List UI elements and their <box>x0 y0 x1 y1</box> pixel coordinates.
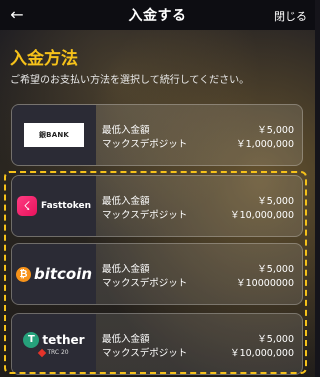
fasttoken-logo: ☇ Fasttoken <box>16 196 92 216</box>
max-deposit-value: ￥10,000,000 <box>230 210 294 221</box>
payment-method-tether[interactable]: T tether TRC 20 最低入金額 マックスデポジット ￥5,000 ￥… <box>11 313 303 375</box>
min-deposit-value: ￥5,000 <box>257 334 294 345</box>
bitcoin-logo-text: bitcoin <box>33 265 93 283</box>
max-deposit-value: ￥10,000,000 <box>230 348 294 359</box>
tether-logo: T tether TRC 20 <box>23 332 85 357</box>
max-deposit-label: マックスデポジット <box>102 210 188 221</box>
max-deposit-label: マックスデポジット <box>102 348 188 359</box>
bank-logo-box: 銀BANK <box>12 105 96 165</box>
payment-method-bank[interactable]: 銀BANK 最低入金額 マックスデポジット ￥5,000 ￥1,000,000 <box>11 104 303 166</box>
tether-icon: T <box>23 332 40 348</box>
min-deposit-label: 最低入金額 <box>102 125 150 136</box>
method-info: 最低入金額 マックスデポジット ￥5,000 ￥10,000,000 <box>96 176 302 236</box>
bitcoin-logo: ₿ bitcoin <box>15 265 93 283</box>
tether-network-label: TRC 20 <box>47 349 69 356</box>
method-info: 最低入金額 マックスデポジット ￥5,000 ￥10,000,000 <box>96 314 302 374</box>
method-info: 最低入金額 マックスデポジット ￥5,000 ￥1,000,000 <box>96 105 302 165</box>
min-deposit-label: 最低入金額 <box>102 264 150 275</box>
min-deposit-value: ￥5,000 <box>257 125 294 136</box>
payment-method-bitcoin[interactable]: ₿ bitcoin 最低入金額 マックスデポジット ￥5,000 ￥100000… <box>11 243 303 305</box>
section-subtitle: ご希望のお支払い方法を選択して続行してください。 <box>10 75 250 86</box>
max-deposit-label: マックスデポジット <box>102 278 188 289</box>
min-deposit-value: ￥5,000 <box>257 264 294 275</box>
method-info: 最低入金額 マックスデポジット ￥5,000 ￥10000000 <box>96 244 302 304</box>
bitcoin-logo-box: ₿ bitcoin <box>12 244 96 304</box>
lightning-icon: ☇ <box>16 196 37 216</box>
fasttoken-logo-text: Fasttoken <box>40 201 92 211</box>
min-deposit-label: 最低入金額 <box>102 196 150 207</box>
header-bar: ← 入金する 閉じる <box>0 0 315 30</box>
fasttoken-logo-box: ☇ Fasttoken <box>12 176 96 236</box>
arrow-left-icon[interactable]: ← <box>8 6 26 24</box>
bank-logo: 銀BANK <box>24 123 84 147</box>
min-deposit-value: ￥5,000 <box>257 196 294 207</box>
close-button[interactable]: 閉じる <box>274 8 307 24</box>
tron-icon <box>38 348 47 357</box>
max-deposit-value: ￥10000000 <box>236 278 294 289</box>
tether-logo-box: T tether TRC 20 <box>12 314 96 374</box>
min-deposit-label: 最低入金額 <box>102 334 150 345</box>
payment-method-fasttoken[interactable]: ☇ Fasttoken 最低入金額 マックスデポジット ￥5,000 ￥10,0… <box>11 175 303 237</box>
tether-logo-text: tether <box>42 333 85 347</box>
max-deposit-label: マックスデポジット <box>102 139 188 150</box>
page-title: 入金する <box>128 8 187 24</box>
max-deposit-value: ￥1,000,000 <box>236 139 294 150</box>
bitcoin-icon: ₿ <box>15 266 31 282</box>
section-title: 入金方法 <box>10 49 78 69</box>
